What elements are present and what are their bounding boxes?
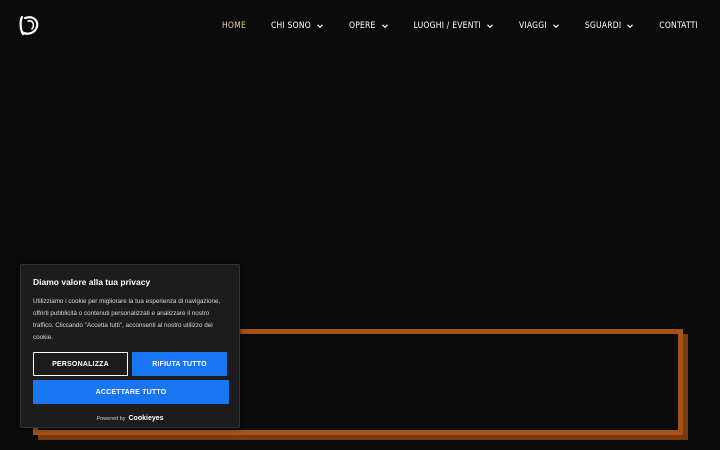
cookie-button-row: PERSONALIZZA RIFIUTA TUTTO <box>33 352 227 376</box>
nav-item-home[interactable]: HOME <box>222 21 246 31</box>
nav-item-label: HOME <box>221 21 246 31</box>
page: HOME CHI SONO OPERE LUOGHI / EVENTI VIAG… <box>0 0 720 450</box>
nav-item-opere[interactable]: OPERE <box>349 21 389 31</box>
chevron-down-icon <box>487 24 493 29</box>
cookie-consent-dialog: Diamo valore alla tua privacy Utilizziam… <box>20 264 240 428</box>
nav-item-luoghi-eventi[interactable]: LUOGHI / EVENTI <box>414 21 494 31</box>
customize-button[interactable]: PERSONALIZZA <box>33 352 128 376</box>
main-nav: HOME CHI SONO OPERE LUOGHI / EVENTI VIAG… <box>197 0 698 52</box>
chevron-down-icon <box>381 24 388 29</box>
chevron-down-icon <box>627 24 634 29</box>
chevron-down-icon <box>552 24 559 29</box>
chevron-down-icon <box>317 24 323 29</box>
nav-item-contatti[interactable]: CONTATTI <box>659 21 698 31</box>
cookie-title: Diamo valore alla tua privacy <box>33 277 151 287</box>
powered-by-label: Powered by <box>96 415 126 422</box>
nav-item-viaggi[interactable]: VIAGGI <box>519 21 560 31</box>
nav-item-label: VIAGGI <box>518 21 547 31</box>
monogram-logo-icon[interactable] <box>16 12 42 38</box>
nav-item-label: SGUARDI <box>584 21 622 31</box>
nav-item-label: CONTATTI <box>659 21 698 31</box>
nav-item-sguardi[interactable]: SGUARDI <box>585 21 634 31</box>
nav-item-label: LUOGHI / EVENTI <box>413 21 481 31</box>
accept-all-button[interactable]: ACCETTARE TUTTO <box>33 380 229 404</box>
cookie-description: Utilizziamo i cookie per migliorare la t… <box>33 298 221 341</box>
nav-item-label: CHI SONO <box>270 21 311 31</box>
reject-all-button[interactable]: RIFIUTA TUTTO <box>132 352 227 376</box>
nav-item-chi-sono[interactable]: CHI SONO <box>271 21 324 31</box>
cookieyes-logo[interactable]: Cookieyes <box>129 415 164 422</box>
powered-by: Powered by Cookieyes <box>33 415 227 422</box>
nav-item-label: OPERE <box>348 21 376 31</box>
